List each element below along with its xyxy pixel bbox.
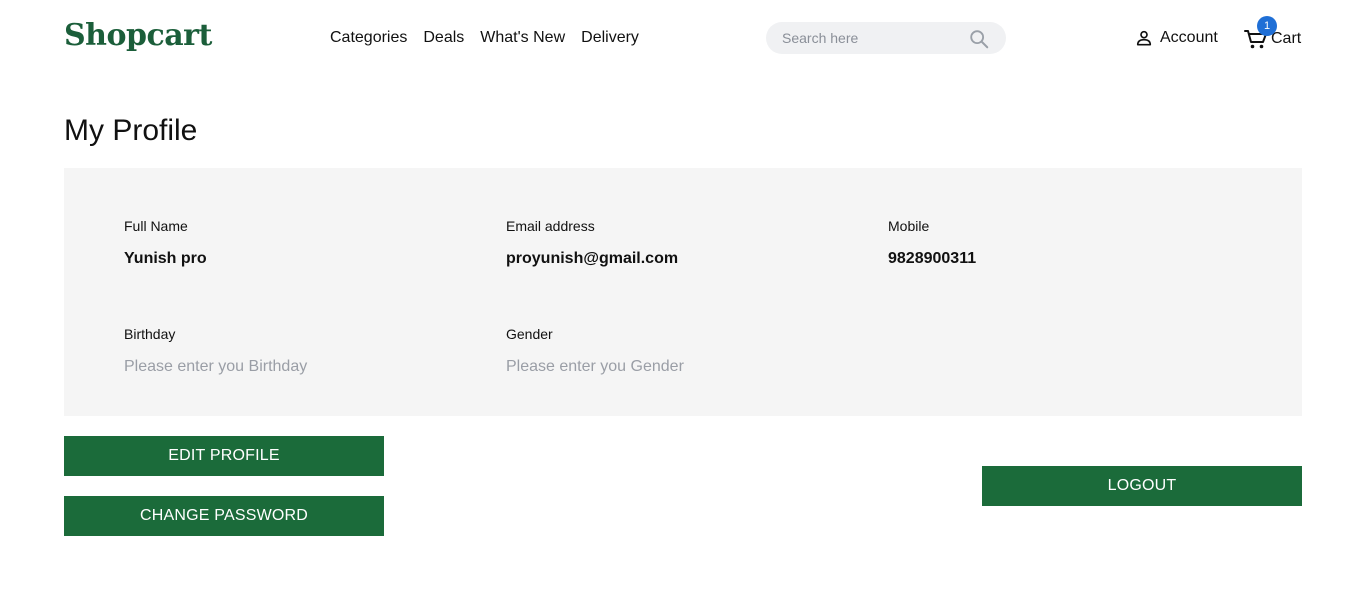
site-header: Shopcart Categories Deals What's New Del… — [0, 0, 1366, 76]
gender-placeholder: Please enter you Gender — [506, 358, 684, 375]
account-link[interactable]: Account — [1134, 28, 1218, 48]
nav-link-whats-new[interactable]: What's New — [480, 29, 565, 47]
birthday-placeholder: Please enter you Birthday — [124, 358, 308, 375]
main-nav: Categories Deals What's New Delivery — [330, 29, 639, 47]
birthday-label: Birthday — [124, 326, 176, 342]
page-title: My Profile — [64, 114, 198, 147]
birthday-field: Birthday Please enter you Birthday — [124, 326, 307, 376]
email-field: Email address proyunish@gmail.com — [506, 218, 678, 268]
full-name-label: Full Name — [124, 218, 188, 234]
search-bar — [766, 22, 1006, 54]
cart-link[interactable]: 1 Cart — [1243, 16, 1302, 50]
logout-button[interactable]: LOGOUT — [982, 466, 1302, 506]
gender-label: Gender — [506, 326, 553, 342]
site-logo[interactable]: Shopcart — [64, 18, 212, 53]
mobile-value: 9828900311 — [888, 250, 977, 267]
full-name-value: Yunish pro — [124, 250, 207, 267]
email-value: proyunish@gmail.com — [506, 250, 679, 267]
gender-field: Gender Please enter you Gender — [506, 326, 684, 376]
mobile-label: Mobile — [888, 218, 930, 234]
email-label: Email address — [506, 218, 595, 234]
nav-link-categories[interactable]: Categories — [330, 29, 407, 47]
nav-link-deals[interactable]: Deals — [423, 29, 464, 47]
account-label: Account — [1160, 29, 1218, 46]
search-icon[interactable] — [968, 28, 990, 50]
change-password-button[interactable]: CHANGE PASSWORD — [64, 496, 384, 536]
cart-label: Cart — [1271, 30, 1302, 47]
edit-profile-button[interactable]: EDIT PROFILE — [64, 436, 384, 476]
nav-link-delivery[interactable]: Delivery — [581, 29, 639, 47]
full-name-field: Full Name Yunish pro — [124, 218, 207, 268]
cart-count-badge: 1 — [1257, 16, 1277, 36]
profile-details-panel: Full Name Yunish pro Email address proyu… — [64, 168, 1302, 416]
person-icon — [1136, 30, 1152, 46]
search-input[interactable] — [782, 22, 962, 54]
mobile-field: Mobile 9828900311 — [888, 218, 976, 268]
